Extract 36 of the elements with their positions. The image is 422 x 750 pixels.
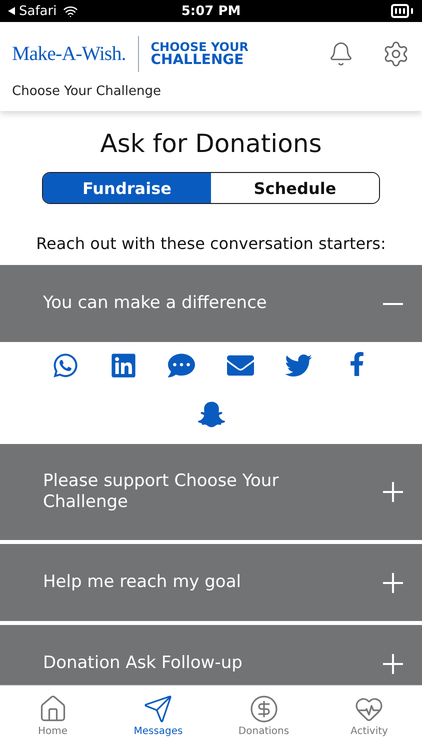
accordion-header[interactable]: Please support Choose Your Challenge (0, 444, 422, 540)
intro-text: Reach out with these conversation starters: (36, 234, 386, 253)
accordion-title: Help me reach my goal (43, 572, 242, 594)
tab-bar-item[interactable]: Home (8, 686, 98, 750)
tab-label: Home (38, 726, 68, 737)
page-title: Ask for Donations (100, 129, 322, 158)
twitter-icon[interactable] (284, 352, 312, 379)
status-time: 5:07 PM (181, 4, 241, 18)
accordion-header[interactable]: You can make a difference (0, 265, 422, 342)
accordion-title: Please support Choose Your Challenge (43, 470, 280, 514)
header-subtitle: Choose Your Challenge (12, 84, 162, 99)
accordion-header[interactable]: Help me reach my goal (0, 544, 422, 621)
linkedin-icon[interactable] (110, 352, 137, 379)
tab-label: Messages (134, 726, 183, 737)
accordion-title: Donation Ask Follow-up (43, 652, 244, 674)
dollar-icon (248, 694, 279, 724)
tab-label: Donations (238, 726, 290, 737)
logo-text: Make-A-Wish. (12, 42, 126, 66)
tab-bar-item[interactable]: Messages (113, 686, 204, 750)
logo-text: CHOOSE YOUR (150, 41, 248, 53)
segment-tab[interactable]: Fundraise (43, 173, 211, 203)
wifi-icon (62, 4, 78, 18)
settings-button[interactable] (382, 40, 410, 68)
accordion-title: You can make a difference (43, 292, 268, 314)
chat-bubble-icon[interactable] (168, 352, 196, 379)
notifications-button[interactable] (328, 41, 354, 67)
back-to-app-link[interactable]: Safari (19, 4, 57, 18)
ghost-icon[interactable] (198, 401, 224, 428)
paper-plane-icon (143, 694, 174, 724)
whatsapp-icon[interactable] (52, 352, 79, 379)
back-arrow-icon[interactable] (8, 7, 15, 15)
tab-label: Activity (350, 726, 388, 737)
tab-bar-item[interactable]: Activity (324, 686, 414, 750)
logo-text: CHALLENGE (150, 53, 245, 67)
tab-bar-item[interactable]: Donations (218, 686, 309, 750)
accordion-header[interactable]: Donation Ask Follow-up (0, 625, 422, 685)
